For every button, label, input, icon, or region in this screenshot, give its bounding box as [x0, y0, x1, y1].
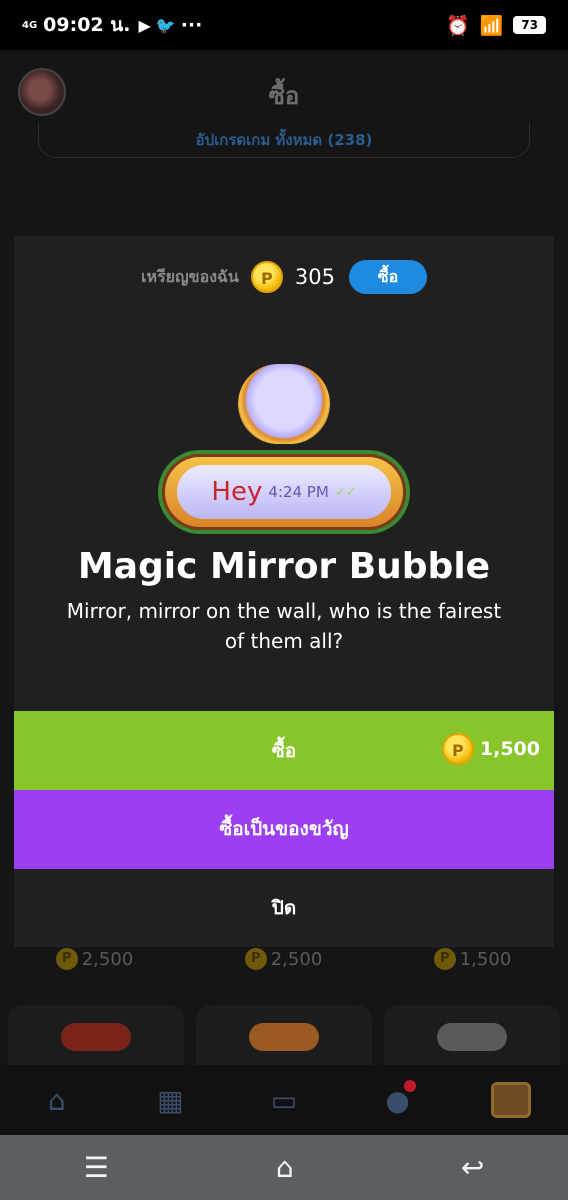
battery-indicator: 73	[513, 16, 546, 34]
shop-icon[interactable]: ▦	[148, 1078, 192, 1122]
home-nav-icon[interactable]: ⌂	[276, 1151, 294, 1184]
read-check-icon: ✓✓	[334, 484, 357, 500]
bubble-text: Hey	[211, 477, 263, 507]
chat-icon[interactable]: ▭	[262, 1078, 306, 1122]
chat-bubble-preview: Hey 4:24 PM ✓✓	[162, 454, 406, 530]
wallet-balance: 305	[294, 265, 335, 289]
magic-mirror-icon	[238, 364, 330, 444]
item-price: P 2,500	[0, 948, 189, 970]
buy-button[interactable]: ซื้อ P 1,500	[14, 711, 554, 790]
network-indicator: 4G	[22, 19, 38, 31]
buy-button-label: ซื้อ	[271, 739, 297, 762]
item-thumbnail	[437, 1023, 507, 1051]
item-title: Magic Mirror Bubble	[77, 546, 491, 587]
bubble-time: 4:24 PM	[268, 483, 329, 501]
buy-coins-button[interactable]: ซื้อ	[348, 260, 427, 294]
system-nav-bar: ☰ ⌂ ↩	[0, 1135, 568, 1200]
friends-icon[interactable]: ●	[376, 1078, 420, 1122]
clock: 09:02 น.	[43, 14, 131, 36]
wallet-label: เหรียญของฉัน	[141, 266, 239, 286]
coin-icon: P	[250, 261, 283, 293]
wallet-row: เหรียญของฉัน P 305 ซื้อ	[14, 260, 554, 294]
wifi-icon: 📶	[479, 14, 504, 37]
buy-as-gift-button[interactable]: ซื้อเป็นของขวัญ	[14, 790, 554, 869]
alarm-icon: ⏰	[445, 14, 470, 37]
purchase-dialog: เหรียญของฉัน P 305 ซื้อ Hey 4:24 PM ✓✓ M…	[14, 236, 554, 947]
bottom-nav: ⌂ ▦ ▭ ●	[0, 1065, 568, 1135]
twitter-icon: 🐦	[155, 15, 176, 35]
youtube-icon: ▶	[138, 15, 151, 35]
status-bar: 4G 09:02 น. ▶ 🐦 ··· ⏰ 📶 73	[0, 0, 568, 50]
upgrade-all-button[interactable]: อัปเกรดเกม ทั้งหมด (238)	[38, 122, 530, 158]
item-preview: Hey 4:24 PM ✓✓	[160, 356, 408, 536]
item-description: Mirror, mirror on the wall, who is the f…	[66, 599, 502, 653]
header: ซื้อ อัปเกรดเกม ทั้งหมด (238)	[0, 50, 568, 158]
coin-icon: P	[433, 948, 456, 970]
item-thumbnail	[249, 1023, 319, 1051]
notification-dot	[403, 1080, 416, 1092]
item-thumbnail	[61, 1023, 131, 1051]
item-price: P 2,500	[189, 948, 378, 970]
close-button[interactable]: ปิด	[14, 869, 554, 947]
page-title: ซื้อ	[268, 82, 300, 110]
coin-icon: P	[55, 948, 78, 970]
buy-price: P 1,500	[441, 733, 540, 765]
more-notifications: ···	[180, 14, 203, 36]
chest-icon[interactable]	[489, 1078, 533, 1122]
coin-icon: P	[244, 948, 267, 970]
recents-icon[interactable]: ☰	[84, 1151, 109, 1184]
item-price-row: P 2,500 P 2,500 P 1,500	[0, 948, 568, 970]
back-icon[interactable]: ↩	[461, 1151, 484, 1184]
home-icon[interactable]: ⌂	[35, 1078, 79, 1122]
item-price: P 1,500	[378, 948, 567, 970]
coin-icon: P	[441, 733, 474, 765]
